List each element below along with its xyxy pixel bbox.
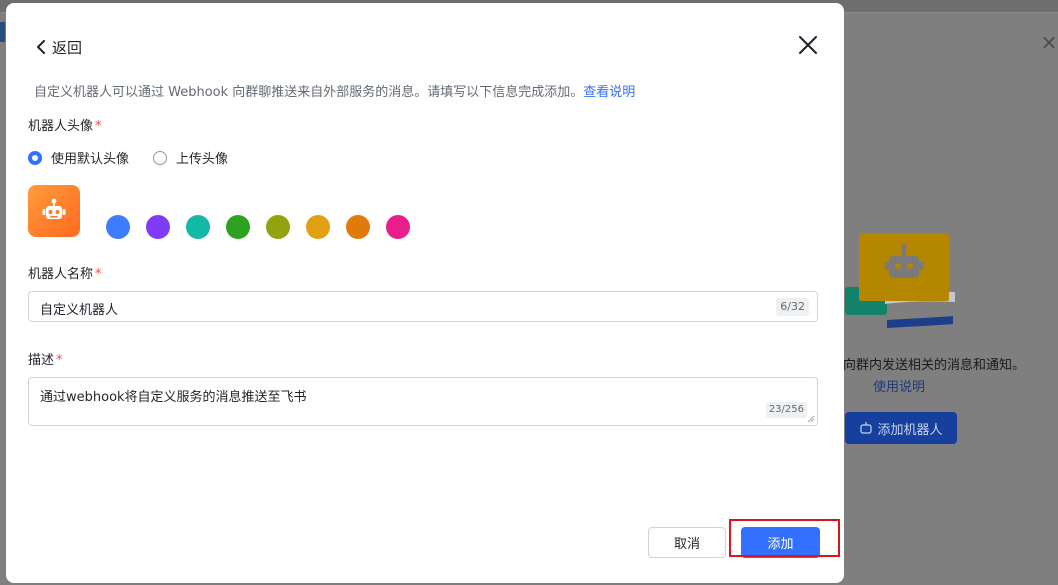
color-swatch-orange[interactable] xyxy=(346,215,370,239)
name-label-text: 机器人名称 xyxy=(28,267,94,282)
color-swatch-blue[interactable] xyxy=(106,215,130,239)
name-label: 机器人名称 * xyxy=(28,263,102,282)
name-char-counter: 6/32 xyxy=(776,298,809,316)
robot-description-value: 通过webhook将自定义服务的消息推送至飞书 xyxy=(40,390,307,405)
avatar-label-text: 机器人头像 xyxy=(28,119,94,134)
add-robot-modal: 返回 自定义机器人可以通过 Webhook 向群聊推送来自外部服务的消息。请填写… xyxy=(6,3,844,583)
radio-selected-icon xyxy=(28,150,42,165)
color-swatch-green[interactable] xyxy=(226,215,250,239)
description-char-counter: 23/256 xyxy=(765,402,807,418)
radio-upload-avatar[interactable]: 上传头像 xyxy=(153,148,228,167)
color-swatch-pink[interactable] xyxy=(386,215,410,239)
background-hint-text: 向群内发送相关的消息和通知。 xyxy=(843,358,1026,373)
back-button[interactable]: 返回 xyxy=(36,36,82,58)
radio-upload-avatar-label: 上传头像 xyxy=(176,152,229,167)
robot-icon xyxy=(860,422,873,434)
avatar-label: 机器人头像 * xyxy=(28,115,102,134)
required-mark: * xyxy=(56,353,63,368)
robot-description-textarea[interactable]: 通过webhook将自定义服务的消息推送至飞书 23/256 xyxy=(28,377,818,426)
description-label-text: 描述 xyxy=(28,353,55,368)
color-swatch-purple[interactable] xyxy=(146,215,170,239)
background-add-robot-button: 添加机器人 xyxy=(845,412,957,444)
modal-description: 自定义机器人可以通过 Webhook 向群聊推送来自外部服务的消息。请填写以下信… xyxy=(34,81,635,100)
description-label: 描述 * xyxy=(28,349,63,368)
avatar-radio-group: 使用默认头像 上传头像 xyxy=(28,148,228,167)
radio-default-avatar-label: 使用默认头像 xyxy=(51,152,130,167)
robot-name-input[interactable]: 自定义机器人 6/32 xyxy=(28,291,818,322)
color-swatch-olive[interactable] xyxy=(266,215,290,239)
color-swatch-yellow[interactable] xyxy=(306,215,330,239)
robot-name-value: 自定义机器人 xyxy=(40,303,119,318)
required-mark: * xyxy=(95,119,102,134)
required-mark: * xyxy=(95,267,102,282)
radio-default-avatar[interactable]: 使用默认头像 xyxy=(28,148,129,167)
robot-illustration xyxy=(845,233,955,328)
resize-handle-icon[interactable] xyxy=(807,415,815,423)
color-swatch-teal[interactable] xyxy=(186,215,210,239)
background-help-link: 使用说明 xyxy=(873,380,926,395)
background-sidebar-chip xyxy=(0,22,5,42)
description-text: 自定义机器人可以通过 Webhook 向群聊推送来自外部服务的消息。请填写以下信… xyxy=(34,85,584,100)
add-button[interactable]: 添加 xyxy=(741,527,820,558)
chevron-left-icon xyxy=(37,40,45,54)
background-close-icon: × xyxy=(1040,30,1058,54)
description-help-link[interactable]: 查看说明 xyxy=(583,85,635,100)
close-icon[interactable] xyxy=(796,33,820,57)
background-add-robot-label: 添加机器人 xyxy=(877,422,943,438)
radio-unselected-icon xyxy=(153,150,168,165)
robot-icon xyxy=(42,198,66,219)
cancel-button[interactable]: 取消 xyxy=(648,527,726,558)
back-label: 返回 xyxy=(52,38,83,57)
robot-avatar[interactable] xyxy=(28,185,80,237)
